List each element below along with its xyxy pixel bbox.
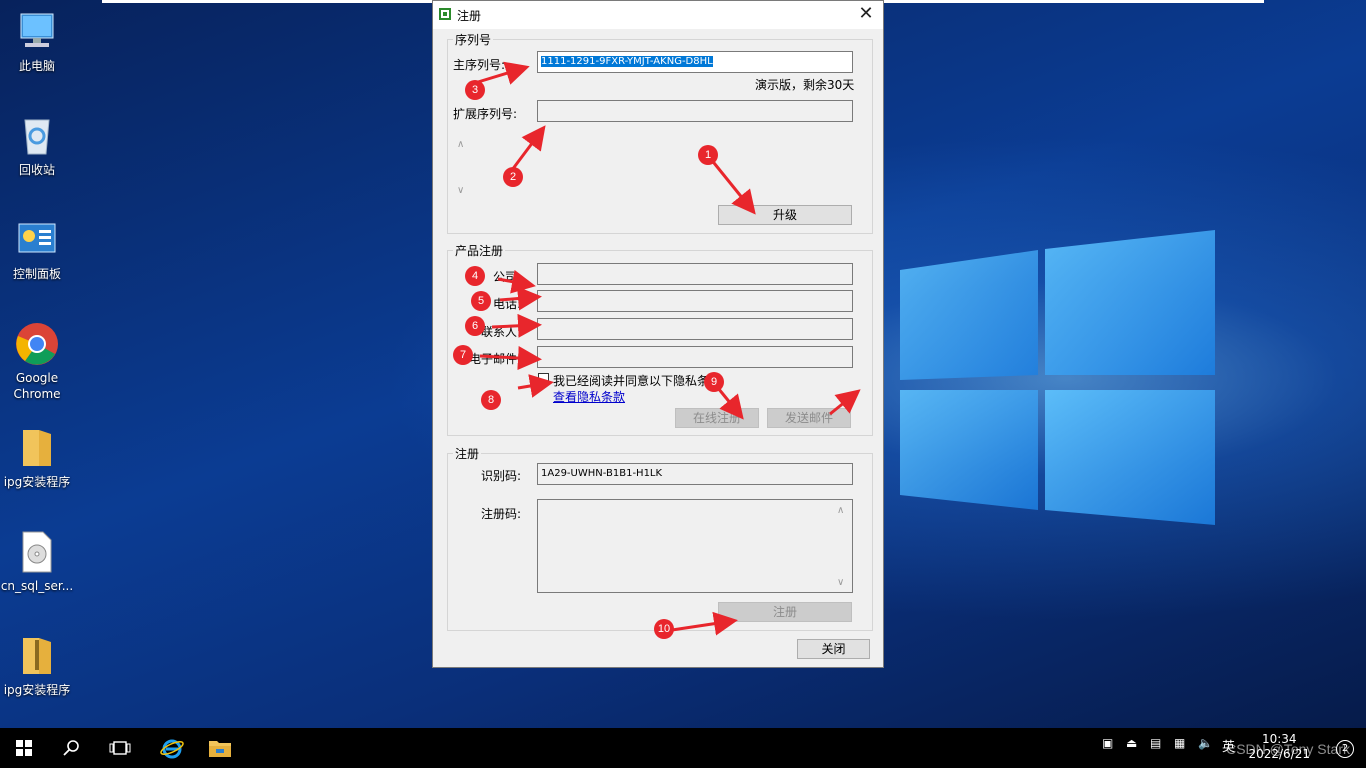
annotation-marker-3: 3	[465, 80, 485, 100]
annotation-marker-4: 4	[465, 266, 485, 286]
contact-field[interactable]	[537, 318, 853, 340]
disc-image-icon	[15, 530, 59, 574]
task-view-button[interactable]	[96, 728, 144, 768]
volume-muted-icon[interactable]: 🔈	[1198, 736, 1213, 750]
start-button[interactable]	[0, 728, 48, 768]
computer-icon	[15, 10, 59, 54]
email-field[interactable]	[537, 346, 853, 368]
desktop-icon-label: 回收站	[18, 163, 55, 177]
desktop-icon-label: Google Chrome	[13, 371, 61, 401]
annotation-marker-5: 5	[471, 291, 491, 311]
control-panel-icon	[15, 218, 59, 262]
close-button[interactable]: 关闭	[797, 639, 870, 659]
annotation-marker-1: 1	[698, 145, 718, 165]
desktop-icon-ipg-zip[interactable]: ipg安装程序	[0, 634, 74, 698]
privacy-link[interactable]: 查看隐私条款	[553, 388, 625, 405]
zip-folder-icon	[15, 634, 59, 678]
annotation-marker-9: 9	[704, 372, 724, 392]
dialog-titlebar[interactable]: 注册 ✕	[433, 1, 883, 29]
annotation-marker-8: 8	[481, 390, 501, 410]
file-explorer-taskbar-button[interactable]	[196, 728, 244, 768]
online-register-button[interactable]: 在线注册	[675, 408, 759, 428]
id-code-field[interactable]: 1A29-UWHN-B1B1-H1LK	[537, 463, 853, 485]
register-group-title: 注册	[453, 445, 482, 462]
app-icon	[439, 8, 451, 20]
email-label: 电子邮件:	[469, 352, 522, 366]
reg-code-textarea[interactable]	[537, 499, 853, 593]
vm-icon[interactable]: ▦	[1174, 736, 1185, 750]
windows-logo-wallpaper	[900, 230, 1215, 525]
textarea-scroll-up-icon[interactable]: ∧	[837, 505, 844, 516]
folder-icon	[15, 426, 59, 470]
ext-serial-field[interactable]	[537, 100, 853, 122]
main-serial-value: 1111-1291-9FXR-YMJT-AKNG-D8HL	[541, 56, 713, 67]
reg-code-label: 注册码:	[481, 507, 522, 521]
phone-label: 电话:	[493, 297, 522, 311]
main-serial-label: 主序列号:	[453, 58, 506, 72]
desktop-icon-chrome[interactable]: Google Chrome	[0, 322, 74, 402]
desktop-icon-label: 此电脑	[18, 59, 55, 73]
usb-icon[interactable]: ⏏	[1126, 736, 1137, 750]
dialog-title: 注册	[457, 9, 482, 23]
privacy-check-label: 我已经阅读并同意以下隐私条款	[553, 374, 722, 388]
desktop-icon-sql-iso[interactable]: cn_sql_ser...	[0, 530, 74, 594]
search-icon	[63, 740, 79, 756]
task-view-icon	[109, 741, 131, 755]
taskbar: ▣ ⏏ ▤ ▦ 🔈 英 10:34 2022/6/21 2	[0, 728, 1366, 768]
annotation-marker-10: 10	[654, 619, 674, 639]
close-icon[interactable]: ✕	[855, 3, 877, 25]
contact-label: 联系人:	[481, 325, 522, 339]
file-explorer-icon	[209, 741, 231, 757]
windows-start-icon	[16, 740, 32, 756]
company-field[interactable]	[537, 263, 853, 285]
upgrade-button[interactable]: 升级	[718, 205, 852, 225]
network-icon[interactable]: ▤	[1150, 736, 1161, 750]
tray-app-icon[interactable]: ▣	[1102, 736, 1113, 750]
product-group-title: 产品注册	[453, 242, 506, 259]
watermark-text: CSDN @Tony Stark	[1226, 741, 1350, 757]
scroll-down-icon[interactable]: ∨	[457, 185, 464, 196]
scroll-up-icon[interactable]: ∧	[457, 139, 464, 150]
chrome-icon	[15, 322, 59, 366]
desktop-icon-ipg-folder[interactable]: ipg安装程序	[0, 426, 74, 490]
ext-serial-label: 扩展序列号:	[453, 107, 518, 121]
desktop-icon-label: cn_sql_ser...	[0, 579, 74, 593]
privacy-checkbox[interactable]	[538, 373, 549, 384]
desktop-icon-label: 控制面板	[12, 267, 61, 281]
desktop-icon-label: ipg安装程序	[3, 683, 71, 697]
register-button[interactable]: 注册	[718, 602, 852, 622]
desktop-icon-this-pc[interactable]: 此电脑	[0, 10, 74, 74]
annotation-marker-6: 6	[465, 316, 485, 336]
id-code-label: 识别码:	[481, 469, 522, 483]
annotation-marker-2: 2	[503, 167, 523, 187]
register-dialog: 注册 ✕ 序列号 主序列号: 1111-1291-9FXR-YMJT-AKNG-…	[432, 0, 884, 668]
trial-status-text: 演示版，剩余30天	[755, 78, 855, 92]
textarea-scroll-down-icon[interactable]: ∨	[837, 577, 844, 588]
desktop-icon-control-panel[interactable]: 控制面板	[0, 218, 74, 282]
send-email-button[interactable]: 发送邮件	[767, 408, 851, 428]
search-button[interactable]	[48, 728, 96, 768]
desktop-icon-recycle-bin[interactable]: 回收站	[0, 114, 74, 178]
recycle-bin-icon	[15, 114, 59, 158]
ie-taskbar-button[interactable]	[148, 728, 196, 768]
internet-explorer-icon	[160, 739, 184, 759]
annotation-marker-7: 7	[453, 345, 473, 365]
phone-field[interactable]	[537, 290, 853, 312]
main-serial-field[interactable]: 1111-1291-9FXR-YMJT-AKNG-D8HL	[537, 51, 853, 73]
company-label: 公司:	[493, 270, 522, 284]
desktop-icon-label: ipg安装程序	[3, 475, 71, 489]
serial-group-title: 序列号	[453, 31, 494, 48]
